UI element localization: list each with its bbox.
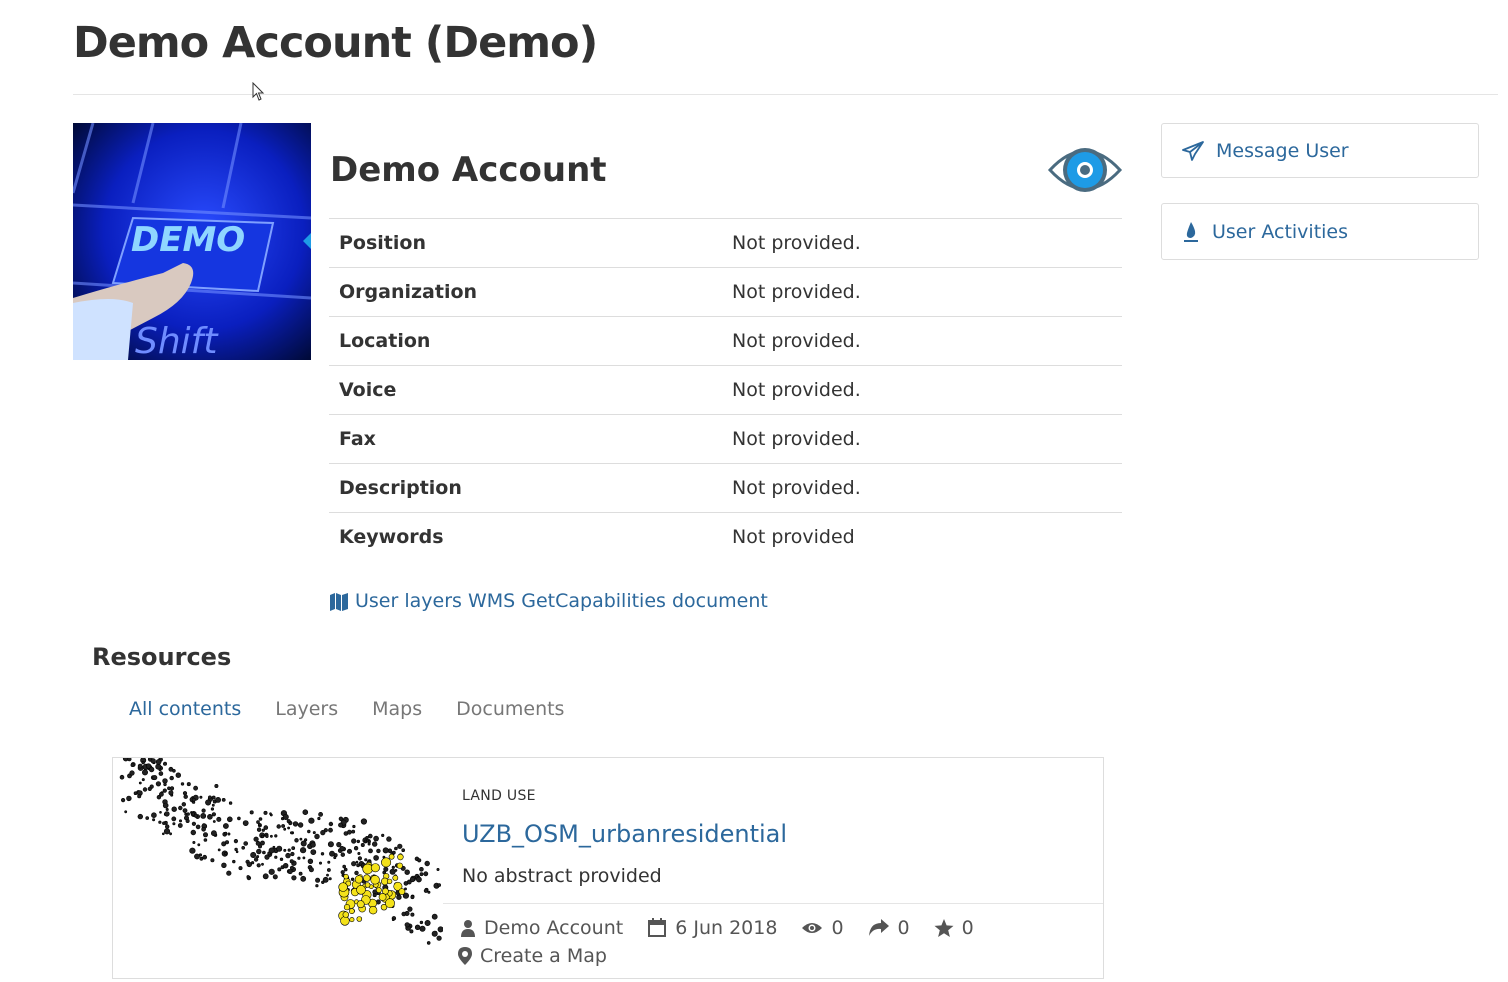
map-icon	[330, 593, 348, 611]
share-icon	[868, 919, 889, 936]
eye-icon	[802, 923, 823, 933]
info-row-voice: Voice Not provided.	[329, 365, 1122, 415]
ratings-meta: 0	[934, 917, 974, 939]
field-label: Organization	[329, 267, 722, 317]
resource-tabs: All contents Layers Maps Documents	[112, 698, 581, 720]
title-divider	[73, 94, 1498, 95]
field-value: Not provided.	[722, 218, 1122, 268]
field-label: Location	[329, 316, 722, 366]
field-label: Voice	[329, 365, 722, 415]
resource-card: LAND USE UZB_OSM_urbanresidential No abs…	[112, 755, 1104, 979]
field-value: Not provided.	[722, 463, 1122, 513]
layer-thumbnail[interactable]	[113, 755, 444, 978]
info-row-location: Location Not provided.	[329, 316, 1122, 366]
field-value: Not provided.	[722, 365, 1122, 415]
profile-info-table: Position Not provided. Organization Not …	[329, 218, 1122, 561]
shares-meta: 0	[868, 917, 910, 939]
field-label: Keywords	[329, 512, 722, 561]
info-row-fax: Fax Not provided.	[329, 414, 1122, 464]
user-icon	[461, 920, 475, 937]
user-activities-button[interactable]: User Activities	[1161, 203, 1479, 260]
resource-abstract: No abstract provided	[462, 865, 662, 887]
star-icon	[934, 918, 954, 937]
publish-date: 6 Jun 2018	[675, 917, 778, 939]
info-row-organization: Organization Not provided.	[329, 267, 1122, 317]
page-title: Demo Account (Demo)	[73, 18, 598, 68]
map-marker-icon	[458, 947, 472, 965]
owner-meta[interactable]: Demo Account	[460, 917, 623, 939]
resource-meta: Demo Account 6 Jun 2018 0 0 0	[460, 917, 998, 939]
avatar: DEMO Shift	[73, 123, 311, 360]
create-map-link[interactable]: Create a Map	[458, 945, 607, 967]
views-meta: 0	[801, 917, 844, 939]
tab-all-contents[interactable]: All contents	[112, 698, 258, 720]
fire-icon	[1184, 221, 1198, 242]
field-label: Position	[329, 218, 722, 268]
user-activities-label: User Activities	[1212, 220, 1349, 243]
field-value: Not provided.	[722, 316, 1122, 366]
resource-title-link[interactable]: UZB_OSM_urbanresidential	[462, 820, 787, 848]
date-meta: 6 Jun 2018	[647, 917, 777, 939]
profile-name: Demo Account	[330, 150, 607, 190]
tab-layers[interactable]: Layers	[258, 698, 355, 720]
wms-capabilities-link[interactable]: User layers WMS GetCapabilities document	[329, 590, 768, 612]
info-row-keywords: Keywords Not provided	[329, 512, 1122, 561]
calendar-icon	[648, 918, 667, 937]
field-value: Not provided.	[722, 267, 1122, 317]
message-user-label: Message User	[1216, 139, 1349, 162]
field-label: Fax	[329, 414, 722, 464]
tab-documents[interactable]: Documents	[439, 698, 581, 720]
create-map-label: Create a Map	[480, 945, 607, 967]
avatar-shift-text: Shift	[135, 321, 219, 360]
info-row-position: Position Not provided.	[329, 218, 1122, 268]
field-value: Not provided.	[722, 414, 1122, 464]
avatar-demo-text: DEMO	[131, 220, 245, 260]
message-user-button[interactable]: Message User	[1161, 123, 1479, 178]
wms-link-label: User layers WMS GetCapabilities document	[355, 590, 768, 612]
resource-category: LAND USE	[462, 788, 536, 804]
field-label: Description	[329, 463, 722, 513]
info-row-description: Description Not provided.	[329, 463, 1122, 513]
field-value: Not provided	[722, 512, 1122, 561]
views-count: 0	[831, 917, 844, 939]
shares-count: 0	[897, 917, 910, 939]
eye-icon	[1047, 140, 1123, 200]
ratings-count: 0	[961, 917, 974, 939]
owner-name: Demo Account	[484, 917, 624, 939]
tab-maps[interactable]: Maps	[355, 698, 439, 720]
resources-heading: Resources	[92, 643, 232, 671]
card-divider	[443, 903, 1103, 904]
paper-plane-icon	[1182, 140, 1204, 161]
mouse-cursor	[252, 81, 266, 106]
